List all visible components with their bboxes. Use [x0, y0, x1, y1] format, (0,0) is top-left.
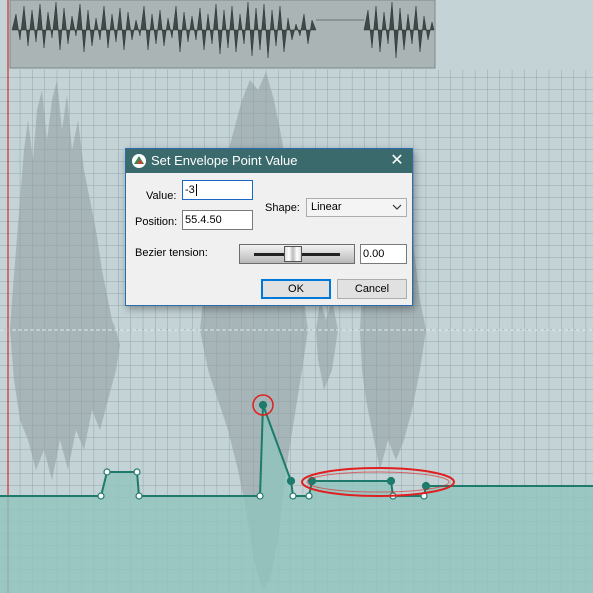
- envelope-point[interactable]: [135, 492, 143, 500]
- envelope-point[interactable]: [97, 492, 105, 500]
- dialog-titlebar[interactable]: Set Envelope Point Value ✕: [126, 149, 412, 173]
- chevron-down-icon: [392, 204, 402, 210]
- shape-dropdown[interactable]: Linear: [306, 198, 407, 217]
- bezier-tension-input[interactable]: 0.00: [360, 244, 407, 264]
- close-icon: ✕: [390, 152, 404, 169]
- envelope-point[interactable]: [289, 492, 297, 500]
- close-button[interactable]: ✕: [382, 149, 412, 173]
- set-envelope-point-dialog: Set Envelope Point Value ✕ Value: -3 Pos…: [125, 148, 413, 306]
- envelope-point[interactable]: [305, 492, 313, 500]
- reaper-logo-icon: [132, 154, 146, 168]
- value-label: Value:: [146, 190, 177, 202]
- envelope-point[interactable]: [103, 468, 111, 476]
- ok-button[interactable]: OK: [261, 279, 331, 299]
- cancel-button[interactable]: Cancel: [337, 279, 407, 299]
- envelope-point[interactable]: [256, 492, 264, 500]
- envelope-point-selected[interactable]: [421, 481, 431, 491]
- position-input[interactable]: 55.4.50: [182, 210, 253, 230]
- value-input[interactable]: -3: [182, 180, 253, 200]
- envelope-point-selected[interactable]: [386, 476, 396, 486]
- envelope-point-selected[interactable]: [286, 476, 296, 486]
- position-label: Position:: [135, 216, 178, 228]
- bezier-tension-label: Bezier tension:: [135, 247, 208, 259]
- envelope-point-selected[interactable]: [258, 400, 268, 410]
- bezier-tension-slider[interactable]: [239, 244, 355, 264]
- envelope-point[interactable]: [133, 468, 141, 476]
- dialog-title: Set Envelope Point Value: [151, 153, 298, 168]
- slider-thumb[interactable]: [284, 246, 302, 262]
- shape-label: Shape:: [265, 202, 300, 214]
